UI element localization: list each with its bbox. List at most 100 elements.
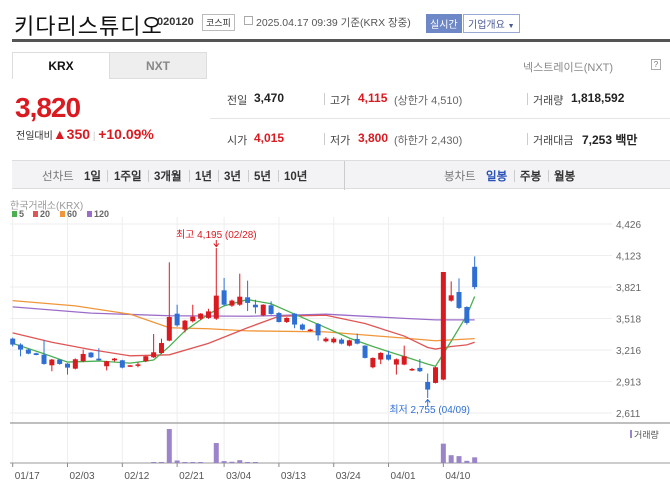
divider bbox=[218, 170, 219, 182]
company-overview-dropdown[interactable]: 기업개요 ▼ bbox=[463, 14, 520, 33]
market-badge: 코스피 bbox=[202, 14, 235, 31]
y-tick-label: 3,216 bbox=[616, 346, 641, 357]
candle-body bbox=[276, 313, 282, 322]
volume-bar bbox=[198, 462, 204, 463]
period-1d[interactable]: 1일 bbox=[84, 168, 101, 184]
realtime-button[interactable]: 실시간 bbox=[426, 14, 462, 33]
nextrade-label: 넥스트레이드(NXT) bbox=[523, 62, 614, 74]
candle-body bbox=[41, 354, 47, 364]
stock-code: 020120 bbox=[157, 16, 194, 28]
stock-name: 키다리스튜디오 bbox=[14, 14, 163, 39]
candle-body bbox=[456, 291, 462, 308]
period-10y[interactable]: 10년 bbox=[284, 168, 307, 184]
candle-body bbox=[104, 361, 110, 367]
candle-body bbox=[151, 352, 157, 358]
help-icon[interactable]: ? bbox=[651, 59, 661, 70]
volume-bar bbox=[245, 462, 251, 463]
divider bbox=[248, 170, 249, 182]
legend-label: 120 bbox=[94, 209, 109, 219]
period-3m[interactable]: 3개월 bbox=[154, 168, 182, 184]
candle-body bbox=[96, 358, 102, 361]
legend-label: 5 bbox=[19, 209, 24, 219]
volume-bar bbox=[472, 457, 478, 463]
tab-krx[interactable]: KRX bbox=[12, 52, 110, 79]
volume-bar bbox=[464, 460, 470, 463]
candle-body bbox=[190, 316, 196, 322]
candle-body bbox=[127, 365, 133, 367]
change-label: 전일대비 bbox=[16, 131, 53, 142]
period-1y[interactable]: 1년 bbox=[195, 168, 212, 184]
candle-body bbox=[315, 323, 321, 336]
candle-body bbox=[198, 313, 204, 319]
candle-monthly[interactable]: 월봉 bbox=[554, 168, 575, 184]
upper-limit: (상한가 4,510) bbox=[394, 95, 463, 107]
candle-body bbox=[205, 311, 211, 318]
candle-body bbox=[354, 338, 360, 344]
change-value: 350 bbox=[66, 126, 91, 142]
y-tick-label: 3,821 bbox=[616, 283, 641, 294]
candle-body bbox=[33, 353, 39, 355]
period-1w[interactable]: 1주일 bbox=[114, 168, 142, 184]
candles bbox=[10, 248, 478, 399]
divider bbox=[514, 170, 515, 182]
candle-body bbox=[292, 313, 298, 325]
open-value: 4,015 bbox=[254, 131, 285, 145]
y-tick-label: 2,611 bbox=[616, 409, 641, 420]
volume-bar bbox=[229, 461, 235, 463]
x-tick-label: 01/17 bbox=[15, 471, 40, 482]
candle-body bbox=[362, 345, 368, 358]
candle-body bbox=[393, 359, 399, 365]
candle-body bbox=[111, 358, 117, 361]
volume-bar bbox=[190, 462, 196, 463]
low-annotation: 최저 2,755 (04/09) bbox=[389, 404, 470, 416]
candle-body bbox=[346, 340, 352, 346]
candle-body bbox=[323, 338, 329, 342]
y-tick-label: 4,123 bbox=[616, 252, 641, 263]
divider bbox=[189, 170, 190, 182]
divider bbox=[527, 93, 528, 105]
candle-body bbox=[433, 367, 439, 383]
grid: 4,426 4,123 3,821 3,518 3,216 2,913 2,611 01/17… bbox=[10, 217, 670, 482]
period-5y[interactable]: 5년 bbox=[254, 168, 271, 184]
candle-body bbox=[331, 338, 337, 343]
divider bbox=[344, 161, 345, 190]
period-bar: 선차트 1일 1주일 3개월 1년 3년 5년 10년 봉차트 일봉 주봉 월봉 bbox=[12, 160, 670, 190]
legend-swatch bbox=[87, 211, 92, 217]
price-chart[interactable]: 한국거래소(KRX) 5 20 60 120 4,4264,1233,8213,518… bbox=[0, 195, 670, 495]
candle-body bbox=[174, 313, 180, 326]
candle-body bbox=[237, 296, 243, 305]
low-value: 3,800 bbox=[358, 131, 389, 145]
volume-bar bbox=[174, 460, 180, 463]
open-label: 시가 bbox=[227, 135, 248, 147]
candle-body bbox=[472, 266, 478, 288]
candle-body bbox=[299, 324, 305, 330]
candle-body bbox=[57, 359, 63, 364]
chevron-down-icon: ▼ bbox=[507, 23, 515, 30]
candle-body bbox=[143, 356, 149, 362]
candle-body bbox=[284, 317, 290, 322]
tab-nxt[interactable]: NXT bbox=[109, 52, 207, 79]
candle-body bbox=[18, 344, 24, 350]
x-tick-label: 02/21 bbox=[179, 471, 204, 482]
prev-value: 3,470 bbox=[254, 91, 285, 105]
change-percent: +10.09% bbox=[98, 126, 154, 142]
candle-body bbox=[229, 300, 235, 306]
candle-weekly[interactable]: 주봉 bbox=[520, 168, 541, 184]
candle-body bbox=[425, 381, 431, 390]
volume-legend-swatch bbox=[630, 430, 632, 438]
low-label: 저가 bbox=[330, 135, 351, 147]
candle-daily[interactable]: 일봉 bbox=[486, 168, 507, 184]
candle-body bbox=[166, 316, 172, 341]
y-tick-label: 3,518 bbox=[616, 315, 641, 326]
divider bbox=[148, 170, 149, 182]
divider bbox=[107, 170, 108, 182]
ma120-line bbox=[12, 306, 475, 321]
volume-bar bbox=[237, 460, 243, 463]
candle-body bbox=[417, 367, 423, 372]
x-tick-label: 04/01 bbox=[391, 471, 416, 482]
candle-body bbox=[182, 320, 188, 330]
candle-body bbox=[378, 352, 384, 360]
period-3y[interactable]: 3년 bbox=[224, 168, 241, 184]
candle-body bbox=[245, 297, 251, 303]
volume-bars bbox=[151, 429, 478, 463]
